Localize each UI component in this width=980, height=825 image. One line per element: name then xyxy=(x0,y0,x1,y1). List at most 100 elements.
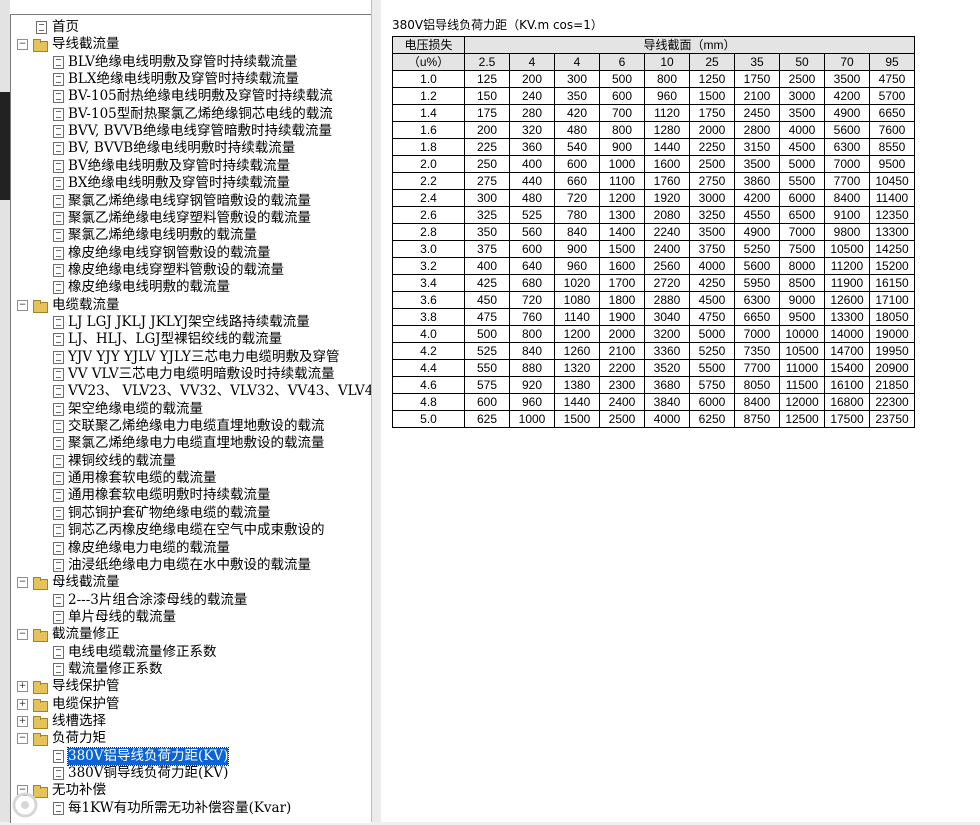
load-moment-cell: 1750 xyxy=(734,70,780,88)
load-moment-cell: 960 xyxy=(509,393,555,411)
load-moment-cell: 3250 xyxy=(689,206,735,224)
section-size-header: 6 xyxy=(599,53,645,71)
load-moment-cell: 5000 xyxy=(779,155,825,173)
load-moment-cell: 575 xyxy=(464,376,510,394)
tree-node-label[interactable]: 聚氯乙烯绝缘电线穿塑料管敷设的载流量 xyxy=(68,210,311,227)
table-row: 2.4 300 480 720 1200 1920 3000 4200 6000 8400 1140… xyxy=(392,189,915,207)
tree-node-label[interactable]: 导线保护管 xyxy=(52,678,120,695)
load-moment-cell: 4200 xyxy=(734,189,780,207)
load-moment-cell: 425 xyxy=(464,274,510,292)
tree-node-label[interactable]: 聚氯乙烯绝缘电线明敷的载流量 xyxy=(68,227,257,244)
folder-icon xyxy=(33,716,48,729)
load-moment-cell: 9800 xyxy=(824,223,870,241)
load-moment-cell: 5250 xyxy=(734,240,780,258)
load-moment-cell: 2450 xyxy=(734,104,780,122)
folder-icon xyxy=(33,629,48,643)
document-icon xyxy=(53,402,64,416)
document-icon xyxy=(53,229,64,243)
window-left-edge xyxy=(0,0,10,822)
collapse-toggle-icon[interactable]: − xyxy=(17,629,28,641)
navigation-tree-panel[interactable]: 首页 − 导线截流量 BLV绝缘电线明敷及穿管时持续载流量 BLX绝缘电线明敷及穿管时持… xyxy=(10,14,371,823)
tree-node-label[interactable]: 导线截流量 xyxy=(52,36,120,53)
tree-node-label[interactable]: 通用橡套软电缆明敷时持续载流量 xyxy=(68,487,271,504)
load-moment-cell: 3040 xyxy=(644,308,690,326)
panel-splitter[interactable] xyxy=(371,0,381,822)
document-icon xyxy=(53,73,64,87)
tree-node-label[interactable]: BV, BVVB绝缘电线明敷时持续载流量 xyxy=(68,140,295,157)
tree-node-label[interactable]: 裸铜绞线的载流量 xyxy=(68,453,176,470)
tree-node-label[interactable]: 电线电缆载流量修正系数 xyxy=(68,644,217,661)
tree-node-label[interactable]: 380V铜导线负荷力距(KV) xyxy=(68,765,228,782)
tree-node-label[interactable]: 铜芯铜护套矿物绝缘电缆的载流量 xyxy=(68,505,271,522)
tree-node-label[interactable]: 橡皮绝缘电线穿钢管敷设的载流量 xyxy=(68,245,271,262)
load-moment-cell: 1800 xyxy=(599,291,645,309)
tree-node-label[interactable]: 2---3片组合涂漆母线的载流量 xyxy=(68,592,247,609)
load-moment-cell: 3200 xyxy=(644,325,690,343)
tree-node-label[interactable]: BV-105耐热绝缘电线明敷及穿管时持续载流 xyxy=(68,88,333,105)
collapse-toggle-icon[interactable]: − xyxy=(17,577,28,589)
load-moment-cell: 3360 xyxy=(644,342,690,360)
tree-node-label[interactable]: BLX绝缘电线明敷及穿管时持续载流量 xyxy=(68,71,299,88)
tree-node-label-selected[interactable]: 380V铝导线负荷力距(KV) xyxy=(66,746,230,766)
tree-node-label[interactable]: 线槽选择 xyxy=(52,713,106,730)
tree-node-label[interactable]: 负荷力矩 xyxy=(52,730,106,747)
table-row: 3.6 450 720 1080 1800 2880 4500 6300 9000 12600 17… xyxy=(392,291,915,309)
tree-node-label[interactable]: 载流量修正系数 xyxy=(68,661,163,678)
section-size-header: 35 xyxy=(734,53,780,71)
tree-node-label[interactable]: 聚氯乙烯绝缘电力电缆直埋地敷设的载流量 xyxy=(68,435,325,452)
load-moment-cell: 540 xyxy=(554,138,600,156)
document-icon xyxy=(53,125,64,139)
collapse-toggle-icon[interactable]: − xyxy=(17,299,28,311)
load-moment-cell: 2240 xyxy=(644,223,690,241)
tree-node-label[interactable]: 母线截流量 xyxy=(52,574,120,591)
tree-node-label[interactable]: 铜芯乙丙橡皮绝缘电缆在空气中成束敷设的 xyxy=(68,522,325,539)
tree-node-label[interactable]: BLV绝缘电线明敷及穿管时持续载流量 xyxy=(68,54,298,71)
tree-node-label[interactable]: 架空绝缘电缆的载流量 xyxy=(68,401,203,418)
tree-node-label[interactable]: 电缆保护管 xyxy=(52,696,120,713)
tree-node-label[interactable]: BV绝缘电线明敷及穿管时持续载流量 xyxy=(68,158,290,175)
load-moment-cell: 1920 xyxy=(644,189,690,207)
tree-node-label[interactable]: LJ LGJ JKLJ JKLYJ架空线路持续载流量 xyxy=(68,314,310,331)
tree-node-label[interactable]: 首页 xyxy=(52,19,79,36)
load-moment-cell: 16800 xyxy=(824,393,870,411)
watermark-icon xyxy=(12,792,38,818)
expand-toggle-icon[interactable]: + xyxy=(17,681,28,693)
table-row: 3.2 400 640 960 1600 2560 4000 5600 8000 11200 152… xyxy=(392,257,915,275)
load-moment-cell: 6500 xyxy=(779,206,825,224)
tree-node-label[interactable]: 橡皮绝缘电线穿塑料管敷设的载流量 xyxy=(68,262,284,279)
tree-node-label[interactable]: 通用橡套软电缆的载流量 xyxy=(68,470,217,487)
document-icon xyxy=(53,107,64,121)
voltage-loss-cell: 2.6 xyxy=(392,206,465,224)
expand-toggle-icon[interactable]: + xyxy=(17,716,28,727)
document-icon xyxy=(53,610,64,624)
expand-toggle-icon[interactable]: + xyxy=(17,698,28,710)
document-icon xyxy=(53,645,64,659)
load-moment-cell: 4750 xyxy=(689,308,735,326)
tree-node-label[interactable]: BVV, BVVB绝缘电线穿管暗敷时持续载流量 xyxy=(68,123,332,140)
tree-node-label[interactable]: 聚氯乙烯绝缘电线穿钢管暗敷设的载流量 xyxy=(68,193,311,210)
tree-node-label[interactable]: BV-105型耐热聚氯乙烯绝缘铜芯电线的载流 xyxy=(68,106,333,123)
load-moment-cell: 600 xyxy=(464,393,510,411)
table-row: 2.0 250 400 600 1000 1600 2500 3500 5000 7000 9500 xyxy=(392,155,915,173)
tree-node-label[interactable]: BX绝缘电线明敷及穿管时持续载流量 xyxy=(68,175,290,192)
tree-node-label[interactable]: VV23、 VLV23、VV32、VLV32、VV43、VLV43 xyxy=(68,383,371,400)
tree-node-label[interactable]: 橡皮绝缘电线明敷的载流量 xyxy=(68,279,230,296)
load-moment-cell: 500 xyxy=(464,325,510,343)
tree-node-label[interactable]: 电缆载流量 xyxy=(52,297,120,314)
tree-node-label[interactable]: YJV YJY YJLV YJLY三芯电力电缆明敷及穿管 xyxy=(68,349,339,366)
load-moment-cell: 3500 xyxy=(734,155,780,173)
tree-node-label[interactable]: VV VLV三芯电力电缆明暗敷设时持续载流量 xyxy=(68,366,335,383)
document-icon xyxy=(53,593,64,607)
load-moment-cell: 9500 xyxy=(779,308,825,326)
tree-node-label[interactable]: LJ、HLJ、LGJ型裸铝绞线的载流量 xyxy=(68,331,282,348)
collapse-toggle-icon[interactable]: − xyxy=(17,39,28,51)
collapse-toggle-icon[interactable]: − xyxy=(17,733,28,745)
tree-node-label[interactable]: 交联聚乙烯绝缘电力电缆直埋地敷设的载流 xyxy=(68,418,325,435)
load-moment-cell: 350 xyxy=(464,223,510,241)
load-moment-cell: 2000 xyxy=(689,121,735,139)
tree-node-label[interactable]: 截流量修正 xyxy=(52,626,120,643)
tree-node-label[interactable]: 油浸纸绝缘电力电缆在水中敷设的载流量 xyxy=(68,557,311,574)
tree-node-label[interactable]: 橡皮绝缘电力电缆的载流量 xyxy=(68,540,230,557)
load-moment-cell: 10450 xyxy=(869,172,915,190)
tree-node-label[interactable]: 单片母线的载流量 xyxy=(68,609,176,626)
